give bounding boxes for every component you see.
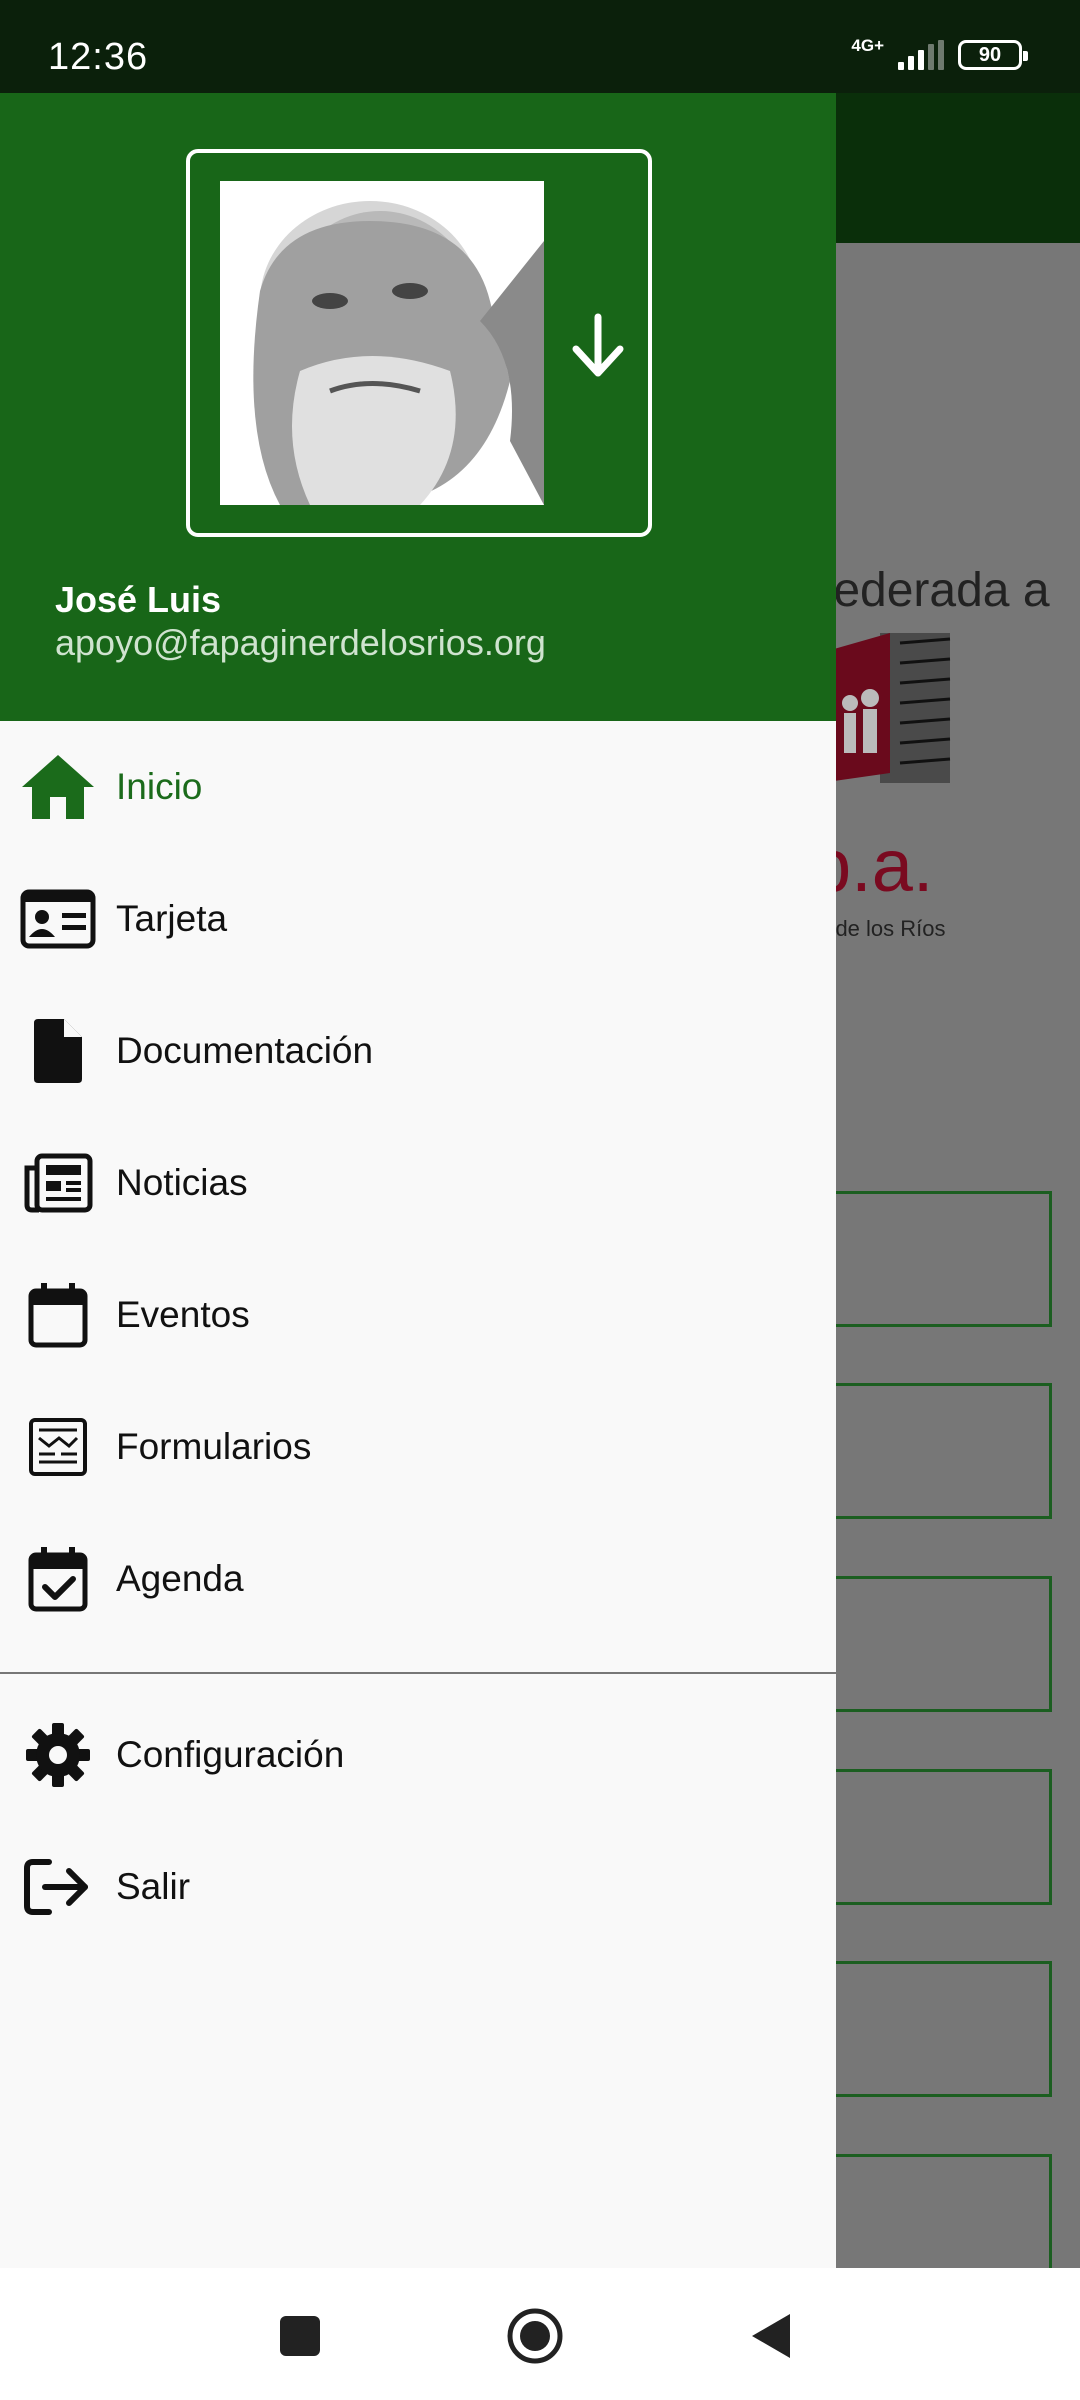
- menu-item-label: Documentación: [116, 1030, 374, 1071]
- gear-icon: [20, 1717, 96, 1793]
- menu-item-salir[interactable]: Salir: [0, 1821, 836, 1953]
- logout-icon: [20, 1849, 96, 1925]
- battery-icon: 90: [958, 40, 1028, 70]
- menu-divider: [0, 1672, 836, 1674]
- menu-item-documentacion[interactable]: Documentación: [0, 985, 836, 1117]
- menu-item-noticias[interactable]: Noticias: [0, 1117, 836, 1249]
- status-bar: 12:36 4G+ 90: [0, 0, 1080, 93]
- logo-subtitle: r de los Ríos: [822, 916, 946, 941]
- back-button[interactable]: [742, 2306, 802, 2366]
- status-icons: 4G+ 90: [851, 35, 1028, 70]
- menu-item-inicio[interactable]: Inicio: [0, 721, 836, 853]
- system-navigation-bar: [0, 2268, 1080, 2400]
- arrow-down-icon[interactable]: [570, 313, 626, 379]
- menu-item-eventos[interactable]: Eventos: [0, 1249, 836, 1381]
- battery-level: 90: [978, 43, 1002, 66]
- menu-item-label: Noticias: [116, 1162, 248, 1203]
- network-label: 4G+: [851, 35, 884, 55]
- calendar-check-icon: [20, 1541, 96, 1617]
- menu-item-formularios[interactable]: Formularios: [0, 1381, 836, 1513]
- form-icon: [20, 1409, 96, 1485]
- user-email: apoyo@fapaginerdelosrios.org: [55, 622, 546, 663]
- id-card-icon: [20, 881, 96, 957]
- menu-item-label: Configuración: [116, 1734, 345, 1775]
- status-time: 12:36: [48, 36, 149, 78]
- signal-icon: [898, 40, 944, 70]
- newspaper-icon: [20, 1145, 96, 1221]
- profile-photo-frame[interactable]: [186, 149, 652, 537]
- recent-apps-button[interactable]: [270, 2306, 330, 2366]
- home-icon: [20, 749, 96, 825]
- navigation-drawer: José Luis apoyo@fapaginerdelosrios.org I…: [0, 93, 836, 2268]
- menu-item-label: Agenda: [116, 1558, 244, 1599]
- menu-item-label: Inicio: [116, 766, 203, 807]
- file-icon: [20, 1013, 96, 1089]
- association-logo-icon: [820, 633, 951, 783]
- menu-item-label: Tarjeta: [116, 898, 228, 939]
- menu-item-agenda[interactable]: Agenda: [0, 1513, 836, 1645]
- drawer-header: José Luis apoyo@fapaginerdelosrios.org: [0, 93, 836, 721]
- user-name: José Luis: [55, 579, 222, 620]
- menu-item-label: Formularios: [116, 1426, 312, 1467]
- calendar-icon: [20, 1277, 96, 1353]
- drawer-menu: Inicio Tarjeta Documentación Noticias Ev…: [0, 721, 836, 1953]
- profile-photo: [220, 181, 544, 505]
- background-heading: federada a: [820, 564, 1050, 617]
- menu-item-tarjeta[interactable]: Tarjeta: [0, 853, 836, 985]
- menu-item-label: Salir: [116, 1866, 191, 1907]
- menu-item-configuracion[interactable]: Configuración: [0, 1689, 836, 1821]
- home-button[interactable]: [505, 2306, 565, 2366]
- menu-item-label: Eventos: [116, 1294, 250, 1335]
